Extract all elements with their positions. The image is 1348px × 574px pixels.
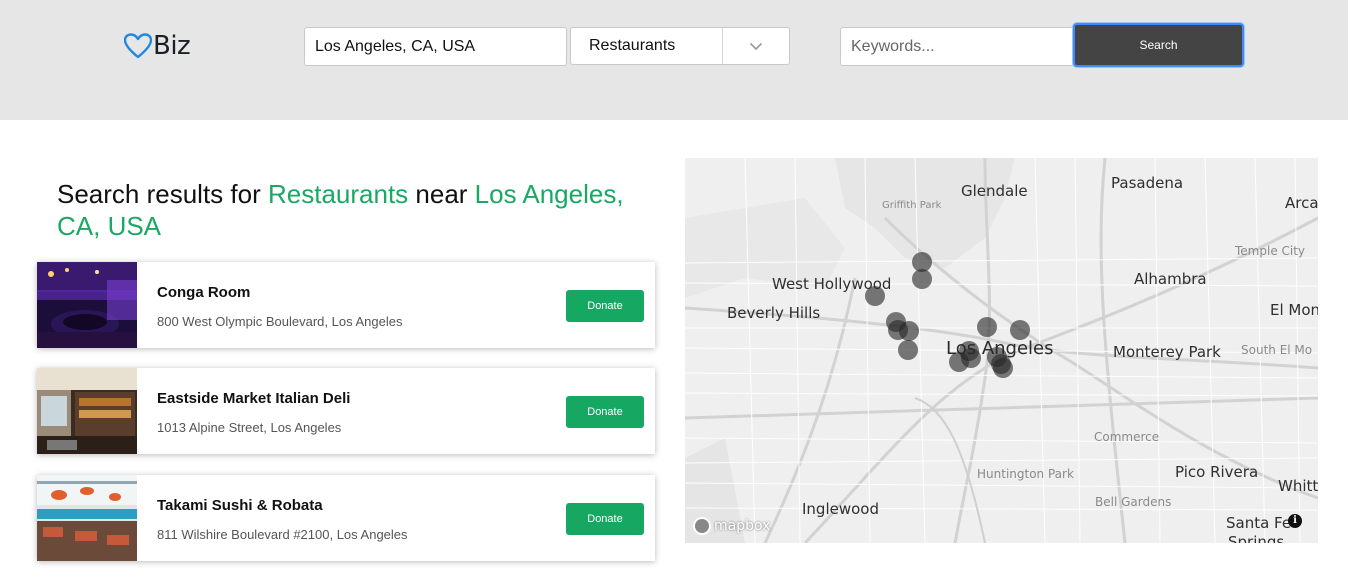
map-label-monterey-park: Monterey Park — [1113, 343, 1221, 361]
map-label-south-el-monte: South El Mo — [1241, 343, 1313, 357]
donate-button[interactable]: Donate — [566, 396, 644, 428]
map-label-inglewood: Inglewood — [802, 500, 879, 518]
map-marker[interactable] — [949, 352, 969, 372]
logo[interactable]: Biz — [124, 30, 191, 62]
business-name[interactable]: Eastside Market Italian Deli — [157, 390, 350, 407]
result-card[interactable]: Takami Sushi & Robata 811 Wilshire Boule… — [37, 475, 655, 561]
business-photo — [37, 262, 137, 348]
results-heading: Search results for Restaurants near Los … — [57, 178, 657, 242]
chevron-down-icon — [749, 42, 763, 50]
map-marker[interactable] — [898, 340, 918, 360]
info-icon[interactable]: i — [1288, 514, 1302, 528]
heart-icon — [124, 33, 152, 59]
keywords-input[interactable] — [840, 27, 1080, 66]
result-card[interactable]: Eastside Market Italian Deli 1013 Alpine… — [37, 368, 655, 454]
map-label-commerce: Commerce — [1094, 430, 1160, 444]
map-label-temple-city: Temple City — [1235, 244, 1306, 258]
business-photo — [37, 475, 137, 561]
mapbox-logo-icon — [693, 517, 711, 535]
business-name[interactable]: Conga Room — [157, 284, 250, 301]
business-address: 1013 Alpine Street, Los Angeles — [157, 420, 342, 435]
map-marker[interactable] — [1010, 320, 1030, 340]
results-category: Restaurants — [267, 179, 409, 209]
mapbox-logo-text: mapbox — [714, 518, 771, 534]
map-label-pasadena: Pasadena — [1111, 174, 1184, 192]
map-label-santa-fe: Santa Fe — [1226, 514, 1292, 532]
map-label-springs: Springs — [1228, 533, 1285, 543]
category-dropdown-toggle[interactable] — [722, 28, 789, 64]
category-selected-value: Restaurants — [589, 37, 676, 54]
map-label-glendale: Glendale — [961, 182, 1028, 200]
map-label-bell-gardens: Bell Gardens — [1095, 495, 1172, 509]
map-marker[interactable] — [865, 286, 885, 306]
map-marker[interactable] — [912, 269, 932, 289]
map-label-el-monte: El Mon — [1270, 301, 1318, 319]
map-label-pico-rivera: Pico Rivera — [1175, 463, 1259, 481]
results-near: near — [408, 179, 475, 209]
business-photo — [37, 368, 137, 454]
map-label-griffith-park: Griffith Park — [882, 200, 942, 211]
location-input[interactable] — [304, 27, 567, 66]
donate-button[interactable]: Donate — [566, 503, 644, 535]
results-map[interactable]: Glendale Pasadena Griffith Park Arcadi T… — [685, 158, 1318, 543]
results-prefix: Search results for — [57, 179, 268, 209]
donate-button[interactable]: Donate — [566, 290, 644, 322]
map-label-arcadia: Arcadi — [1285, 194, 1318, 212]
logo-text: Biz — [153, 31, 191, 61]
search-button[interactable]: Search — [1073, 23, 1244, 67]
category-select[interactable]: Restaurants — [570, 27, 790, 65]
business-address: 811 Wilshire Boulevard #2100, Los Angele… — [157, 527, 408, 542]
business-name[interactable]: Takami Sushi & Robata — [157, 497, 323, 514]
map-marker[interactable] — [899, 321, 919, 341]
map-marker[interactable] — [977, 317, 997, 337]
result-card[interactable]: Conga Room 800 West Olympic Boulevard, L… — [37, 262, 655, 348]
map-label-huntington-park: Huntington Park — [977, 467, 1074, 481]
top-header: Biz Restaurants Search — [0, 0, 1348, 120]
map-marker[interactable] — [993, 358, 1013, 378]
map-label-whittier: Whitt — [1278, 477, 1318, 495]
map-label-alhambra: Alhambra — [1134, 270, 1207, 288]
business-address: 800 West Olympic Boulevard, Los Angeles — [157, 314, 403, 329]
map-label-beverly-hills: Beverly Hills — [727, 304, 821, 322]
mapbox-attribution[interactable]: mapbox — [693, 517, 770, 535]
